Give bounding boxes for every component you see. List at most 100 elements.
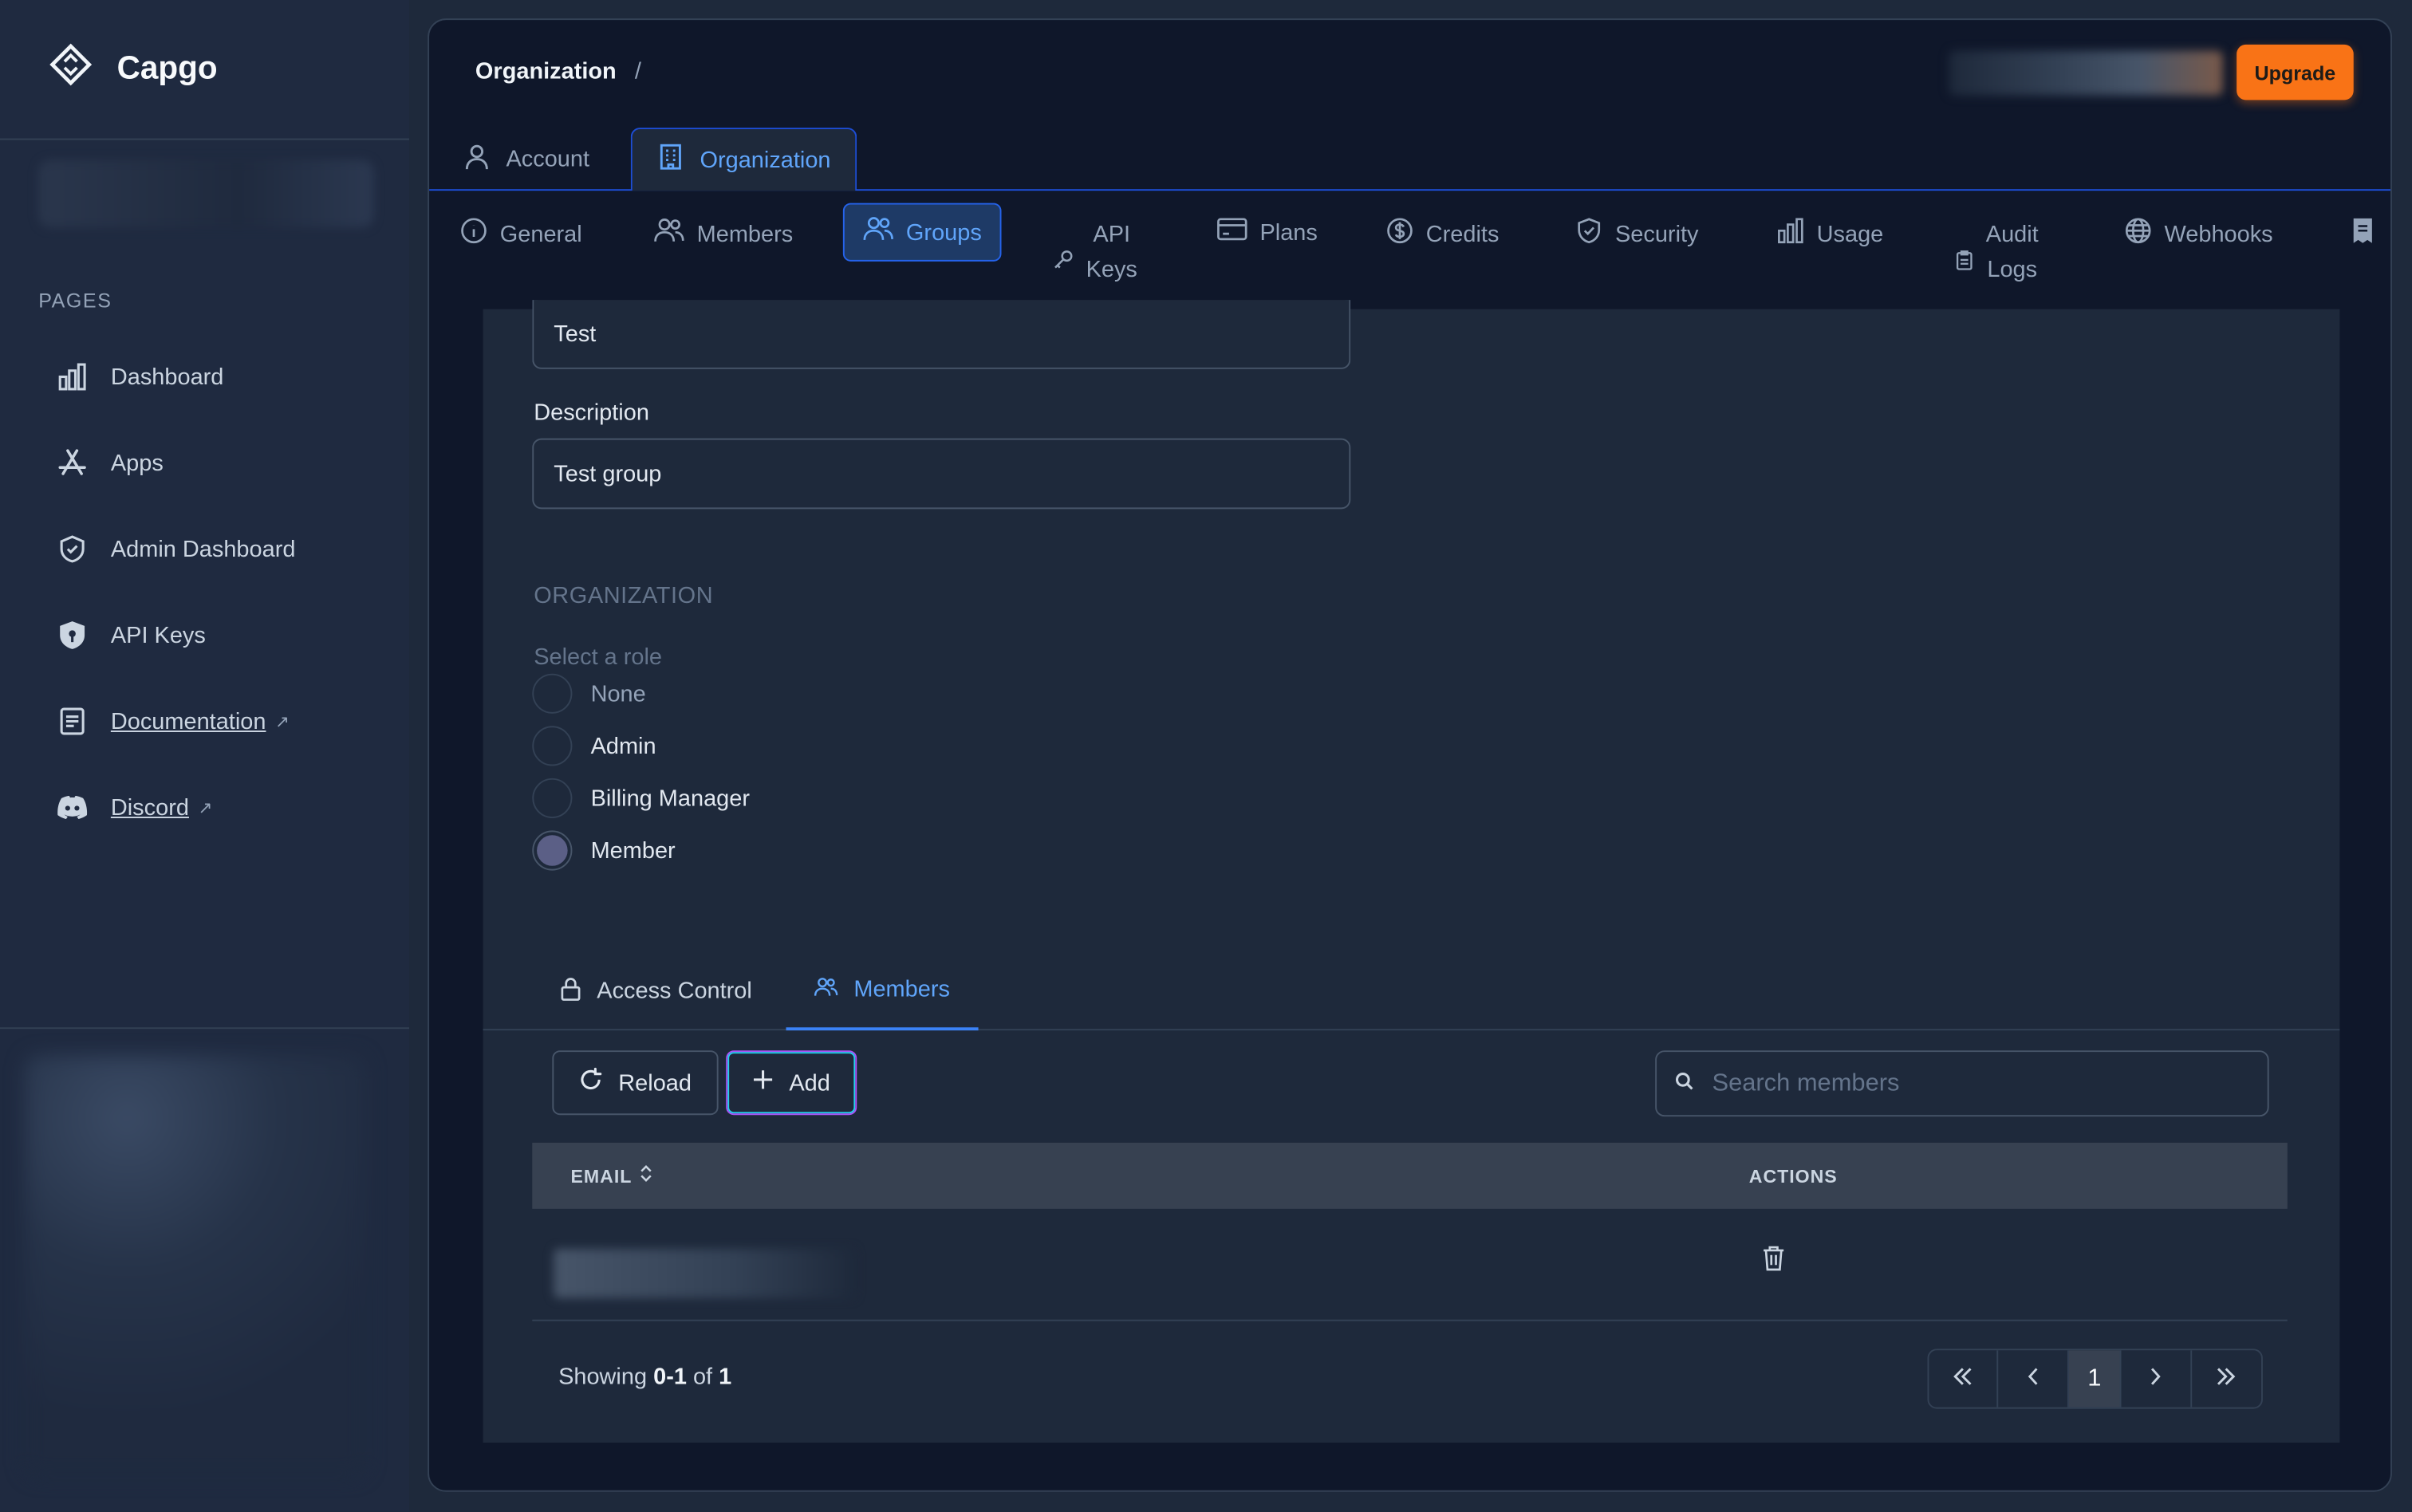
description-label: Description <box>534 400 649 427</box>
discord-icon <box>55 790 89 824</box>
tab-access-control[interactable]: Access Control <box>532 952 779 1030</box>
external-link-icon: ↗ <box>198 798 213 818</box>
trash-icon[interactable] <box>1761 1244 1786 1279</box>
role-label: Billing Manager <box>590 785 750 812</box>
sidebar-item-label: Admin Dashboard <box>110 536 296 562</box>
sidebar-item-apps[interactable]: Apps <box>55 446 164 479</box>
radio-button[interactable] <box>532 673 573 714</box>
org-selector-blurred[interactable] <box>38 159 374 228</box>
subtab-credits[interactable]: Credits <box>1386 217 1500 250</box>
chevron-left-icon <box>2027 1365 2039 1393</box>
radio-button[interactable] <box>532 726 573 766</box>
role-label: Admin <box>590 732 656 759</box>
dollar-circle-icon <box>1386 217 1414 250</box>
description-input[interactable]: Test group <box>532 438 1351 510</box>
breadcrumb-organization[interactable]: Organization <box>475 58 617 85</box>
search-icon <box>1675 1069 1693 1097</box>
plus-icon <box>752 1069 774 1097</box>
subtab-security[interactable]: Security <box>1575 217 1699 250</box>
subtab-label: General <box>499 220 582 247</box>
subtab-groups[interactable]: Groups <box>842 203 1002 262</box>
document-icon <box>55 704 89 738</box>
bar-chart-icon <box>1776 217 1804 250</box>
info-icon <box>460 217 488 250</box>
subtab-audit-logs[interactable]: Audit Logs <box>1955 217 2039 288</box>
sidebar-item-api-keys[interactable]: API Keys <box>55 618 206 652</box>
tab-organization[interactable]: Organization <box>630 128 857 191</box>
sidebar-item-label: Documentation <box>110 708 266 734</box>
settings-top-tabs: Account Organization <box>429 128 2390 191</box>
reload-button[interactable]: Reload <box>552 1050 718 1116</box>
tab-label: Members <box>853 976 950 1003</box>
refresh-icon <box>578 1067 603 1098</box>
subtab-webhooks[interactable]: Webhooks <box>2124 217 2273 250</box>
page-button-current[interactable]: 1 <box>2068 1350 2122 1408</box>
column-email[interactable]: EMAIL <box>570 1164 653 1187</box>
users-icon <box>863 215 894 249</box>
subtab-label: Groups <box>905 219 982 246</box>
users-icon <box>814 976 838 1004</box>
role-option-member[interactable]: Member <box>532 830 676 871</box>
capgo-logo-icon <box>49 43 93 94</box>
role-option-admin[interactable]: Admin <box>532 726 656 766</box>
group-inner-tabs: Access Control Members <box>483 952 2340 1031</box>
subtab-usage[interactable]: Usage <box>1776 217 1883 250</box>
tab-account[interactable]: Account <box>439 128 614 191</box>
app-store-icon <box>55 446 89 479</box>
subtab-members[interactable]: Members <box>654 217 794 250</box>
role-option-none[interactable]: None <box>532 673 646 714</box>
building-icon <box>656 143 684 176</box>
column-label: EMAIL <box>570 1164 633 1187</box>
main-panel: Organization / Upgrade Account Organizat… <box>428 18 2392 1492</box>
sidebar-item-discord[interactable]: Discord ↗ <box>55 790 212 824</box>
first-page-button[interactable] <box>1929 1350 1999 1408</box>
sidebar-item-label: API Keys <box>110 622 206 648</box>
sidebar-item-admin-dashboard[interactable]: Admin Dashboard <box>55 532 295 565</box>
sort-icon <box>638 1164 653 1187</box>
subtab-label: Members <box>696 220 794 247</box>
sidebar-item-label: Discord <box>110 794 189 821</box>
radio-button-checked[interactable] <box>532 830 573 871</box>
group-edit-panel: Test Description Test group ORGANIZATION… <box>483 300 2340 1443</box>
role-select-prompt: Select a role <box>534 644 663 671</box>
pagination-summary: Showing 0-1 of 1 <box>558 1364 732 1391</box>
upgrade-button[interactable]: Upgrade <box>2237 44 2354 100</box>
sidebar-item-dashboard[interactable]: Dashboard <box>55 360 223 393</box>
group-name-value: Test <box>554 321 597 347</box>
organization-sub-tabs: General Members Groups API Keys Plans Cre… <box>429 192 2390 309</box>
tab-members[interactable]: Members <box>786 952 978 1031</box>
users-icon <box>654 217 685 250</box>
sidebar-item-documentation[interactable]: Documentation ↗ <box>55 704 290 738</box>
header-info-blurred <box>1949 50 2223 96</box>
role-option-billing-manager[interactable]: Billing Manager <box>532 778 750 818</box>
organization-section-title: ORGANIZATION <box>534 582 714 609</box>
subtab-label: Webhooks <box>2164 220 2273 247</box>
user-profile-blurred[interactable] <box>24 1054 366 1477</box>
table-row <box>532 1209 2288 1321</box>
search-members-input[interactable]: Search members <box>1655 1050 2269 1117</box>
member-email-blurred <box>554 1248 856 1298</box>
subtab-general[interactable]: General <box>460 217 582 250</box>
brand-name: Capgo <box>116 49 218 86</box>
subtab-label: Plans <box>1259 219 1318 246</box>
sidebar-divider <box>0 138 409 140</box>
last-page-button[interactable] <box>2192 1350 2261 1407</box>
brand[interactable]: Capgo <box>49 43 218 94</box>
subtab-plans[interactable]: Plans <box>1216 217 1318 248</box>
pagination: 1 <box>1927 1349 2263 1409</box>
next-page-button[interactable] <box>2122 1350 2192 1408</box>
breadcrumb-separator: / <box>634 58 641 85</box>
subtab-label: Security <box>1614 220 1699 247</box>
external-link-icon: ↗ <box>275 712 290 732</box>
group-name-input[interactable]: Test <box>532 300 1351 369</box>
role-label: Member <box>590 837 676 864</box>
column-actions: ACTIONS <box>1748 1164 1838 1187</box>
subtab-more[interactable] <box>2352 217 2374 250</box>
subtab-label: Credits <box>1425 220 1500 247</box>
add-member-button[interactable]: Add <box>726 1050 857 1116</box>
subtab-api-keys[interactable]: API Keys <box>1052 217 1137 288</box>
radio-button[interactable] <box>532 778 573 818</box>
shield-check-icon <box>55 532 89 565</box>
prev-page-button[interactable] <box>1999 1350 2069 1408</box>
tab-label: Access Control <box>597 978 752 1005</box>
